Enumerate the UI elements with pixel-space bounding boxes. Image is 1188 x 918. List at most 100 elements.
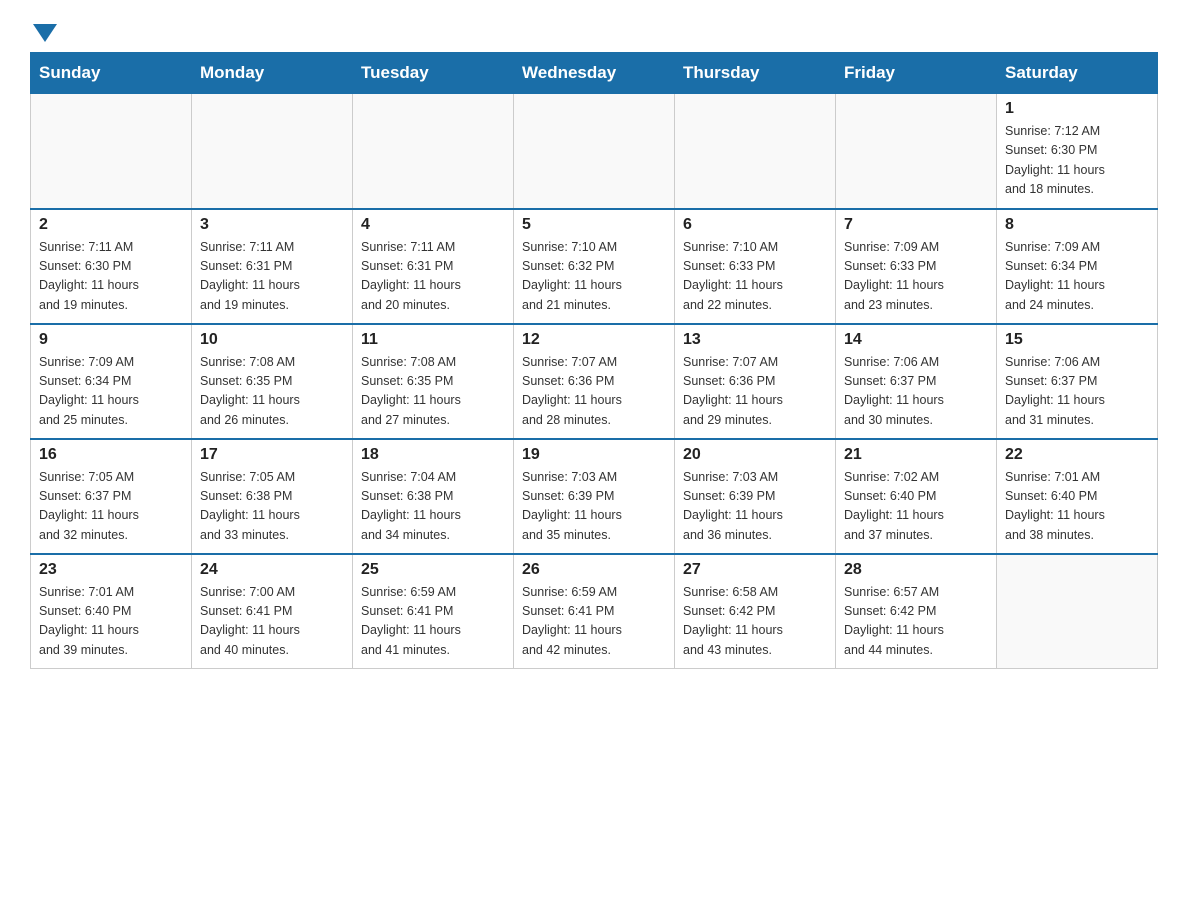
weekday-header-friday: Friday <box>836 53 997 94</box>
day-info: Sunrise: 7:08 AMSunset: 6:35 PMDaylight:… <box>200 353 344 431</box>
logo-general-text <box>30 20 57 42</box>
day-info: Sunrise: 6:59 AMSunset: 6:41 PMDaylight:… <box>522 583 666 661</box>
calendar-cell: 10Sunrise: 7:08 AMSunset: 6:35 PMDayligh… <box>192 324 353 439</box>
calendar-cell: 23 Sunrise: 7:01 AMSunset: 6:40 PMDayligh… <box>31 554 192 669</box>
day-info: Sunrise: 6:58 AMSunset: 6:42 PMDaylight:… <box>683 583 827 661</box>
day-info: Sunrise: 7:10 AMSunset: 6:33 PMDaylight:… <box>683 238 827 316</box>
day-info: Sunrise: 7:09 AMSunset: 6:33 PMDaylight:… <box>844 238 988 316</box>
day-number: 17 <box>200 446 344 464</box>
calendar-week-row: 23 Sunrise: 7:01 AMSunset: 6:40 PMDayligh… <box>31 554 1158 669</box>
calendar-cell <box>31 94 192 209</box>
day-info: Sunrise: 7:01 AMSunset: 6:40 PMDaylight:… <box>1005 468 1149 546</box>
day-number: 26 <box>522 561 666 579</box>
calendar-header-row: SundayMondayTuesdayWednesdayThursdayFrid… <box>31 53 1158 94</box>
day-number: 19 <box>522 446 666 464</box>
day-number: 14 <box>844 331 988 349</box>
day-number: 24 <box>200 561 344 579</box>
day-number: 11 <box>361 331 505 349</box>
calendar-table: SundayMondayTuesdayWednesdayThursdayFrid… <box>30 52 1158 669</box>
day-info: Sunrise: 7:07 AMSunset: 6:36 PMDaylight:… <box>522 353 666 431</box>
day-number: 12 <box>522 331 666 349</box>
day-number: 3 <box>200 216 344 234</box>
calendar-cell: 2 Sunrise: 7:11 AMSunset: 6:30 PMDaylight… <box>31 209 192 324</box>
calendar-cell: 18 Sunrise: 7:04 AMSunset: 6:38 PMDayligh… <box>353 439 514 554</box>
logo <box>30 20 57 42</box>
day-info: Sunrise: 7:08 AMSunset: 6:35 PMDaylight:… <box>361 353 505 431</box>
weekday-header-thursday: Thursday <box>675 53 836 94</box>
day-info: Sunrise: 6:57 AMSunset: 6:42 PMDaylight:… <box>844 583 988 661</box>
day-info: Sunrise: 7:11 AMSunset: 6:31 PMDaylight:… <box>200 238 344 316</box>
day-info: Sunrise: 7:01 AMSunset: 6:40 PMDaylight:… <box>39 583 183 661</box>
calendar-cell: 12 Sunrise: 7:07 AMSunset: 6:36 PMDayligh… <box>514 324 675 439</box>
weekday-header-tuesday: Tuesday <box>353 53 514 94</box>
day-info: Sunrise: 7:09 AMSunset: 6:34 PMDaylight:… <box>39 353 183 431</box>
calendar-cell: 21 Sunrise: 7:02 AMSunset: 6:40 PMDayligh… <box>836 439 997 554</box>
day-number: 2 <box>39 216 183 234</box>
calendar-cell: 24 Sunrise: 7:00 AMSunset: 6:41 PMDayligh… <box>192 554 353 669</box>
day-info: Sunrise: 7:02 AMSunset: 6:40 PMDaylight:… <box>844 468 988 546</box>
calendar-cell: 11 Sunrise: 7:08 AMSunset: 6:35 PMDayligh… <box>353 324 514 439</box>
day-info: Sunrise: 7:06 AMSunset: 6:37 PMDaylight:… <box>1005 353 1149 431</box>
day-info: Sunrise: 7:11 AMSunset: 6:31 PMDaylight:… <box>361 238 505 316</box>
calendar-week-row: 16 Sunrise: 7:05 AMSunset: 6:37 PMDayligh… <box>31 439 1158 554</box>
day-number: 8 <box>1005 216 1149 234</box>
calendar-cell: 14 Sunrise: 7:06 AMSunset: 6:37 PMDayligh… <box>836 324 997 439</box>
day-number: 6 <box>683 216 827 234</box>
day-number: 15 <box>1005 331 1149 349</box>
day-info: Sunrise: 7:03 AMSunset: 6:39 PMDaylight:… <box>683 468 827 546</box>
weekday-header-monday: Monday <box>192 53 353 94</box>
calendar-cell: 25 Sunrise: 6:59 AMSunset: 6:41 PMDayligh… <box>353 554 514 669</box>
day-number: 23 <box>39 561 183 579</box>
page-header <box>30 20 1158 42</box>
day-number: 5 <box>522 216 666 234</box>
day-number: 25 <box>361 561 505 579</box>
day-info: Sunrise: 7:03 AMSunset: 6:39 PMDaylight:… <box>522 468 666 546</box>
weekday-header-wednesday: Wednesday <box>514 53 675 94</box>
day-info: Sunrise: 7:00 AMSunset: 6:41 PMDaylight:… <box>200 583 344 661</box>
calendar-cell: 20 Sunrise: 7:03 AMSunset: 6:39 PMDayligh… <box>675 439 836 554</box>
calendar-cell: 16 Sunrise: 7:05 AMSunset: 6:37 PMDayligh… <box>31 439 192 554</box>
calendar-cell: 26 Sunrise: 6:59 AMSunset: 6:41 PMDayligh… <box>514 554 675 669</box>
day-info: Sunrise: 7:11 AMSunset: 6:30 PMDaylight:… <box>39 238 183 316</box>
calendar-cell: 15 Sunrise: 7:06 AMSunset: 6:37 PMDayligh… <box>997 324 1158 439</box>
calendar-week-row: 2 Sunrise: 7:11 AMSunset: 6:30 PMDaylight… <box>31 209 1158 324</box>
logo-arrow-icon <box>33 24 57 42</box>
calendar-cell: 3 Sunrise: 7:11 AMSunset: 6:31 PMDaylight… <box>192 209 353 324</box>
calendar-cell: 4 Sunrise: 7:11 AMSunset: 6:31 PMDaylight… <box>353 209 514 324</box>
day-number: 21 <box>844 446 988 464</box>
day-number: 20 <box>683 446 827 464</box>
calendar-cell <box>514 94 675 209</box>
day-number: 28 <box>844 561 988 579</box>
weekday-header-sunday: Sunday <box>31 53 192 94</box>
day-number: 4 <box>361 216 505 234</box>
calendar-cell: 17 Sunrise: 7:05 AMSunset: 6:38 PMDayligh… <box>192 439 353 554</box>
calendar-week-row: 9Sunrise: 7:09 AMSunset: 6:34 PMDaylight… <box>31 324 1158 439</box>
day-info: Sunrise: 7:05 AMSunset: 6:37 PMDaylight:… <box>39 468 183 546</box>
calendar-cell: 5 Sunrise: 7:10 AMSunset: 6:32 PMDaylight… <box>514 209 675 324</box>
calendar-cell: 8Sunrise: 7:09 AMSunset: 6:34 PMDaylight… <box>997 209 1158 324</box>
calendar-week-row: 1 Sunrise: 7:12 AMSunset: 6:30 PMDaylight… <box>31 94 1158 209</box>
day-info: Sunrise: 7:12 AMSunset: 6:30 PMDaylight:… <box>1005 122 1149 200</box>
day-number: 27 <box>683 561 827 579</box>
day-number: 1 <box>1005 100 1149 118</box>
calendar-cell: 19 Sunrise: 7:03 AMSunset: 6:39 PMDayligh… <box>514 439 675 554</box>
calendar-cell <box>675 94 836 209</box>
day-number: 16 <box>39 446 183 464</box>
day-info: Sunrise: 6:59 AMSunset: 6:41 PMDaylight:… <box>361 583 505 661</box>
calendar-cell: 1 Sunrise: 7:12 AMSunset: 6:30 PMDaylight… <box>997 94 1158 209</box>
calendar-cell <box>836 94 997 209</box>
calendar-cell <box>353 94 514 209</box>
day-info: Sunrise: 7:04 AMSunset: 6:38 PMDaylight:… <box>361 468 505 546</box>
day-number: 13 <box>683 331 827 349</box>
day-info: Sunrise: 7:05 AMSunset: 6:38 PMDaylight:… <box>200 468 344 546</box>
calendar-cell <box>192 94 353 209</box>
calendar-cell: 7 Sunrise: 7:09 AMSunset: 6:33 PMDaylight… <box>836 209 997 324</box>
day-number: 7 <box>844 216 988 234</box>
day-info: Sunrise: 7:10 AMSunset: 6:32 PMDaylight:… <box>522 238 666 316</box>
calendar-cell: 27 Sunrise: 6:58 AMSunset: 6:42 PMDayligh… <box>675 554 836 669</box>
day-number: 18 <box>361 446 505 464</box>
calendar-cell: 6 Sunrise: 7:10 AMSunset: 6:33 PMDaylight… <box>675 209 836 324</box>
calendar-cell <box>997 554 1158 669</box>
day-info: Sunrise: 7:06 AMSunset: 6:37 PMDaylight:… <box>844 353 988 431</box>
calendar-cell: 9Sunrise: 7:09 AMSunset: 6:34 PMDaylight… <box>31 324 192 439</box>
